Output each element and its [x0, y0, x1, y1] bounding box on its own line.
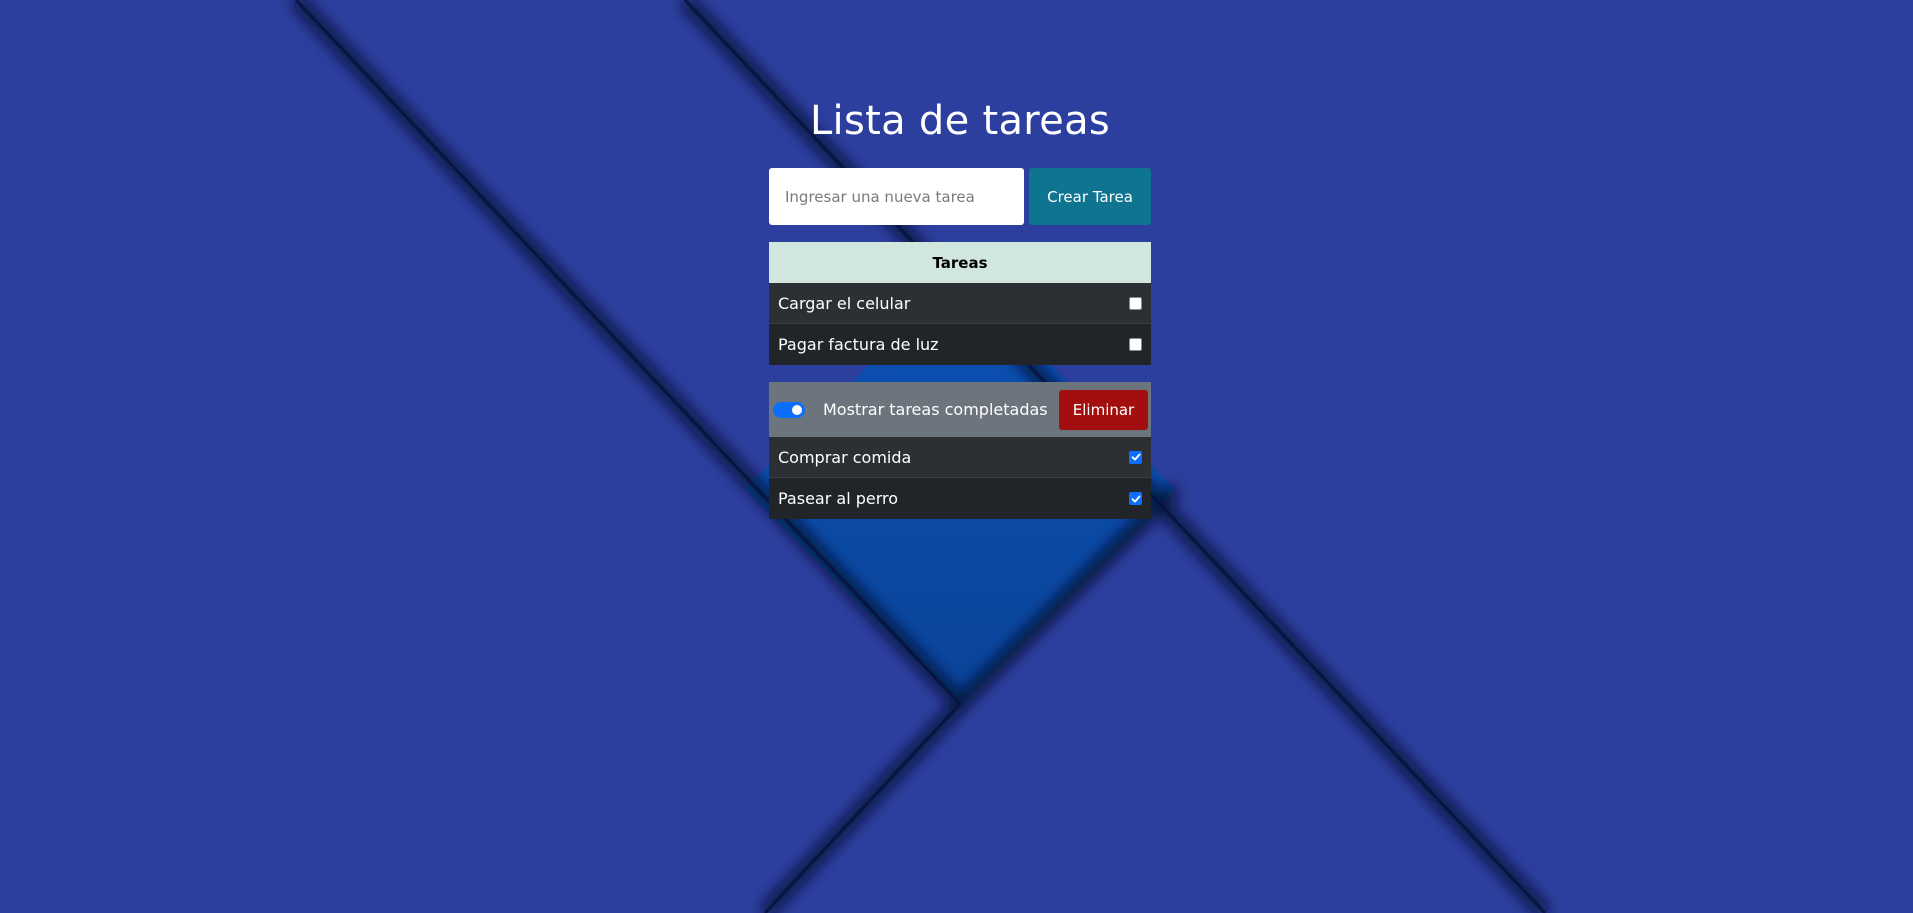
- list-item: Pagar factura de luz: [769, 324, 1151, 365]
- completed-tasks-panel: Mostrar tareas completadas Eliminar Comp…: [769, 382, 1151, 519]
- show-completed-label: Mostrar tareas completadas: [823, 400, 1048, 419]
- check-icon: [1131, 453, 1140, 461]
- completed-header: Mostrar tareas completadas Eliminar: [769, 382, 1151, 437]
- task-label: Cargar el celular: [778, 293, 911, 313]
- delete-button[interactable]: Eliminar: [1059, 389, 1148, 430]
- task-label: Comprar comida: [778, 447, 912, 467]
- show-completed-toggle[interactable]: [773, 401, 805, 418]
- list-item: Cargar el celular: [769, 283, 1151, 324]
- list-item: Pasear al perro: [769, 478, 1151, 519]
- todo-app: Lista de tareas Crear Tarea Tareas Carga…: [0, 0, 1913, 913]
- task-checkbox[interactable]: [1129, 450, 1142, 464]
- create-task-button[interactable]: Crear Tarea: [1029, 168, 1151, 225]
- task-label: Pasear al perro: [778, 489, 899, 508]
- list-item: Comprar comida: [769, 437, 1151, 478]
- check-icon: [1131, 495, 1140, 502]
- toggle-knob: [792, 404, 802, 415]
- new-task-input[interactable]: [769, 168, 1024, 225]
- page-title: Lista de tareas: [809, 98, 1111, 144]
- task-label: Pagar factura de luz: [778, 335, 939, 354]
- pending-tasks-panel: Tareas Cargar el celular Pagar factura d…: [769, 242, 1151, 365]
- task-checkbox[interactable]: [1129, 492, 1142, 505]
- task-checkbox[interactable]: [1129, 338, 1142, 351]
- task-checkbox[interactable]: [1129, 296, 1142, 310]
- tasks-header: Tareas: [769, 242, 1151, 283]
